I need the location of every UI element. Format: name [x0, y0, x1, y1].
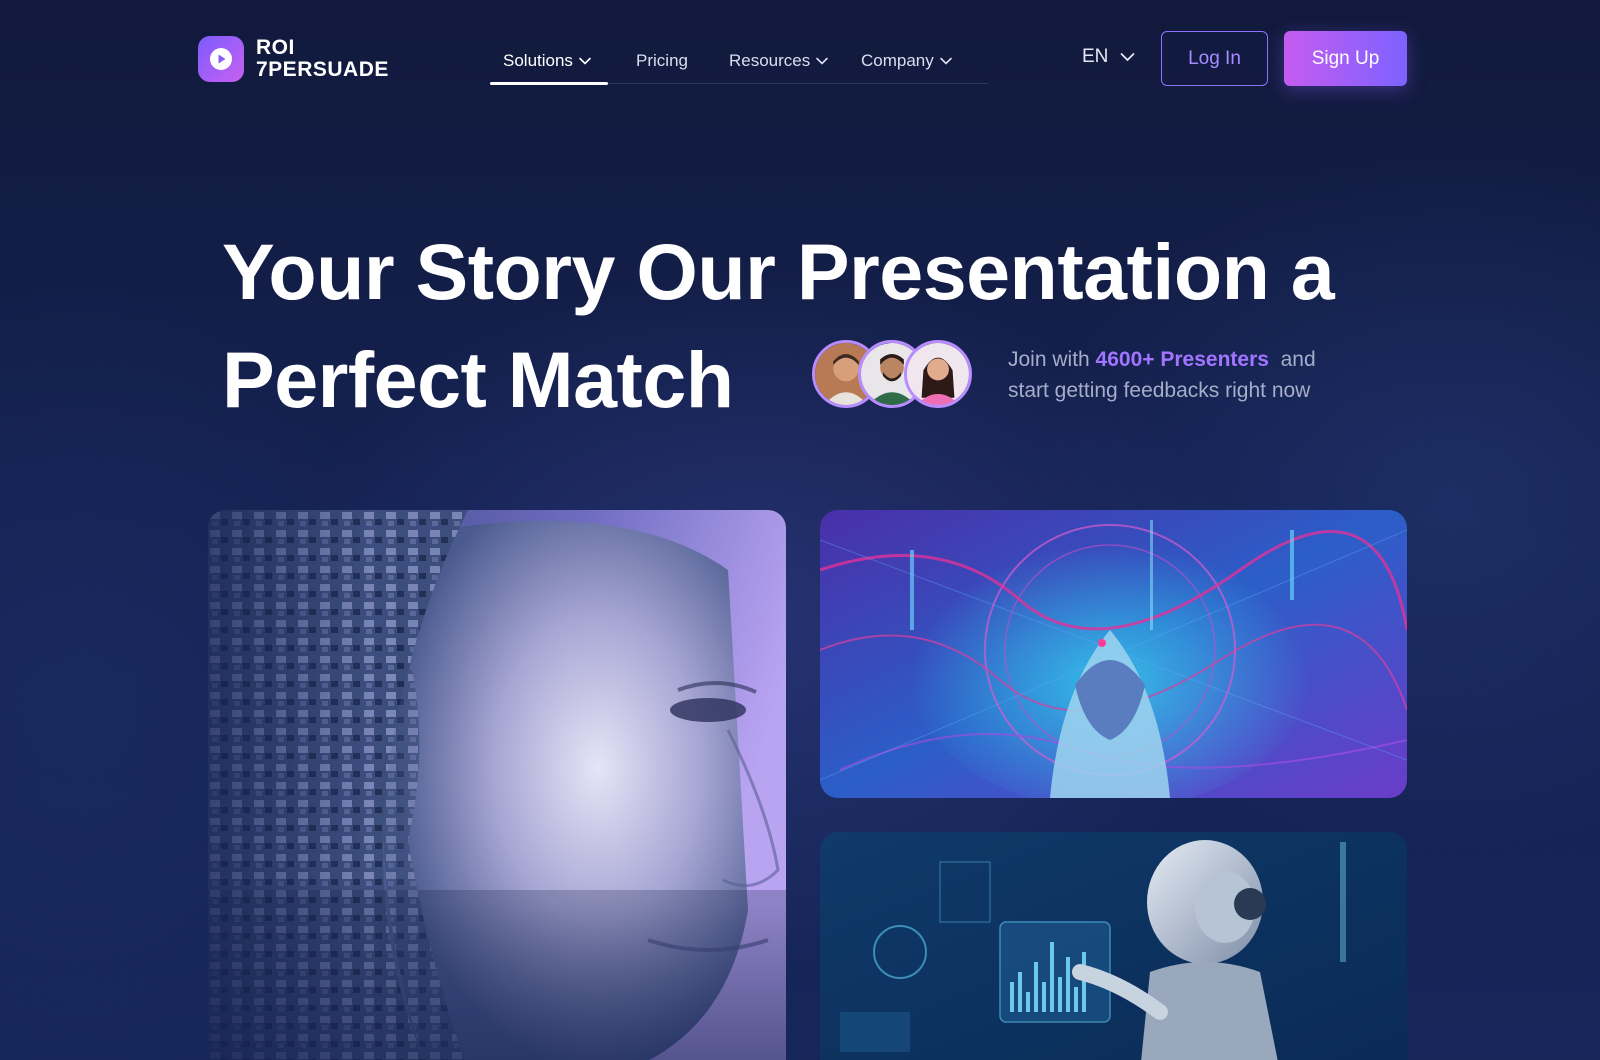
fragmented-face-image: [208, 510, 786, 1060]
language-label: EN: [1082, 46, 1109, 67]
login-button[interactable]: Log In: [1161, 31, 1268, 86]
presenter-count-link[interactable]: 4600+ Presenters: [1096, 348, 1269, 371]
brand-name-line2: 7PERSUADE: [256, 58, 389, 81]
join-prefix: Join with: [1008, 348, 1096, 371]
robot-chart-image: [820, 832, 1407, 1060]
join-text: Join with 4600+ Presenters and start get…: [1008, 344, 1316, 406]
nav-item-pricing[interactable]: Pricing: [608, 38, 716, 83]
top-navbar: ROI 7PERSUADE Solutions Pricing Resource…: [0, 0, 1600, 120]
chevron-down-icon: [816, 57, 829, 65]
signup-button[interactable]: Sign Up: [1284, 31, 1407, 86]
chevron-down-icon: [939, 57, 952, 65]
nav-item-label: Pricing: [636, 50, 688, 70]
headline-line1: Your Story Our Presentation a: [222, 227, 1335, 316]
chevron-down-icon: [1121, 53, 1135, 62]
nav-item-label: Solutions: [503, 50, 573, 70]
avatar: [904, 340, 972, 408]
nav-item-resources[interactable]: Resources: [716, 38, 848, 83]
brand-name: ROI 7PERSUADE: [256, 37, 389, 81]
nav-item-solutions[interactable]: Solutions: [490, 38, 608, 85]
language-selector[interactable]: EN: [1082, 46, 1135, 68]
presenter-avatars: [812, 340, 982, 408]
nav-item-company[interactable]: Company: [848, 38, 988, 83]
join-suffix: and: [1268, 348, 1316, 371]
brand-name-line1: ROI: [256, 36, 295, 59]
main-menu: Solutions Pricing Resources Company: [490, 38, 988, 85]
chevron-down-icon: [579, 57, 591, 65]
brand-logo[interactable]: ROI 7PERSUADE: [198, 36, 389, 82]
play-icon: [198, 36, 244, 82]
join-line2: start getting feedbacks right now: [1008, 379, 1311, 402]
hooded-figure-image: [820, 510, 1407, 798]
nav-item-label: Resources: [729, 50, 811, 70]
nav-item-label: Company: [861, 50, 934, 70]
